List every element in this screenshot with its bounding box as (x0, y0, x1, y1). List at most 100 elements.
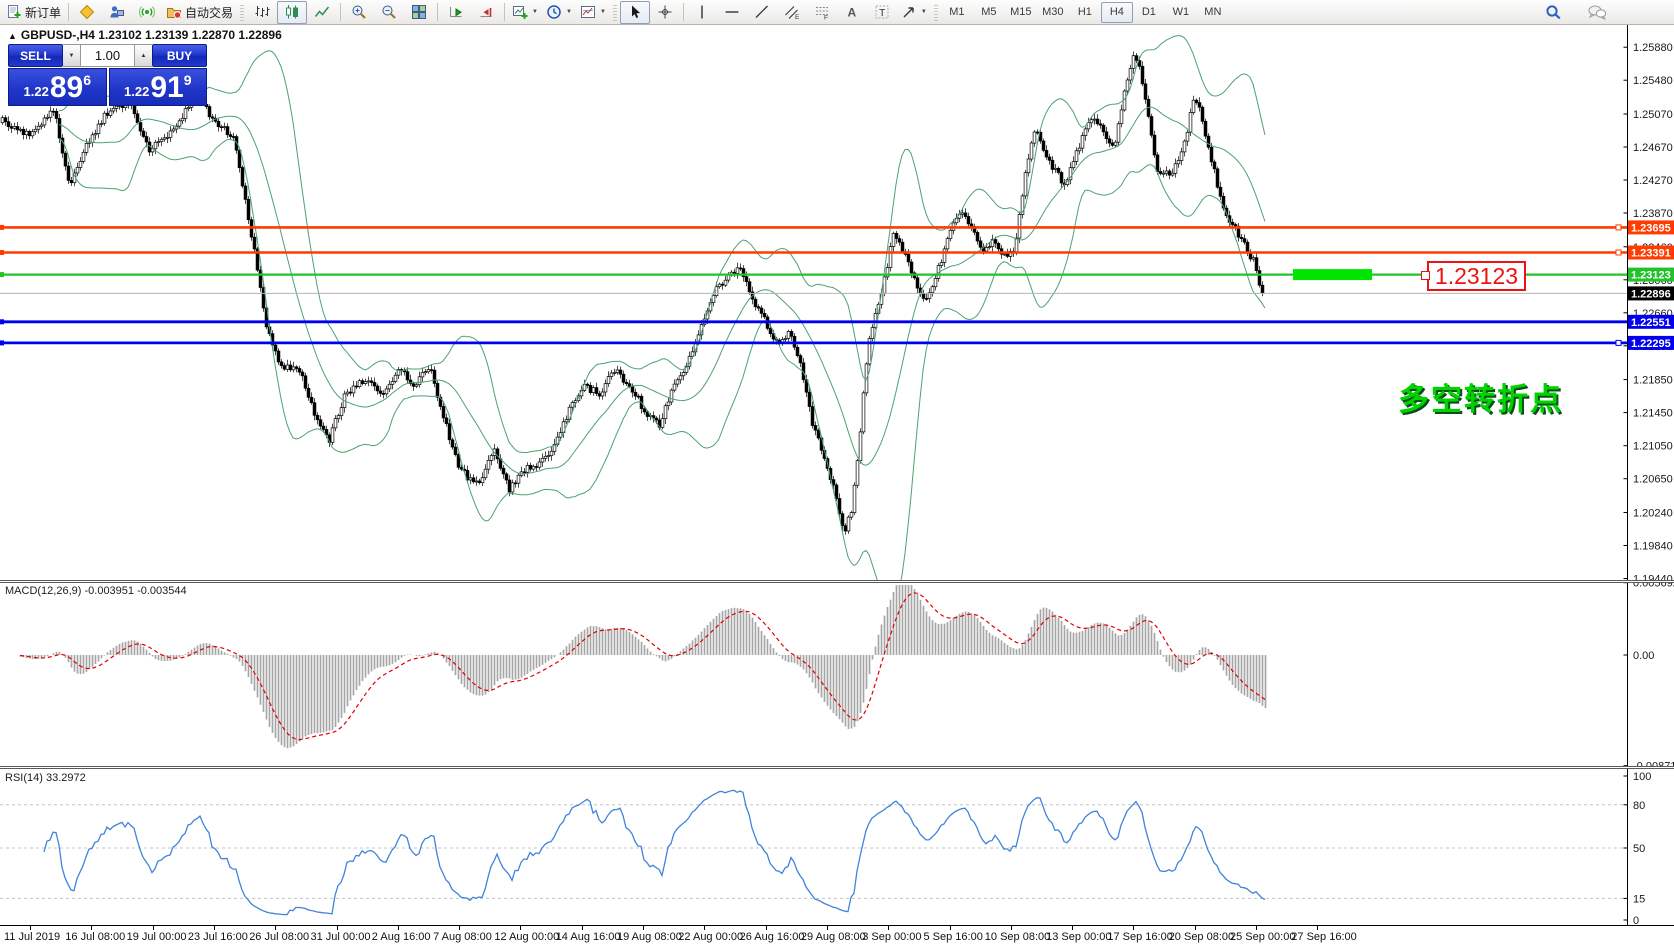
panel-divider-macd[interactable] (0, 580, 1674, 583)
timeframe-h4[interactable]: H4 (1101, 2, 1133, 23)
price-tag-box[interactable]: 1.23123 (1427, 261, 1526, 291)
community-chat-button[interactable] (1582, 1, 1612, 24)
horizontal-line-tool[interactable] (717, 1, 747, 24)
rsi-tick-label: 15 (1633, 893, 1645, 905)
tile-windows-button[interactable] (404, 1, 434, 24)
macd-panel-canvas[interactable]: 0.0056920.00-0.008717 (0, 583, 1674, 766)
equidistant-channel-tool[interactable]: E (777, 1, 807, 24)
arrows-tool[interactable]: ▼ (897, 1, 931, 24)
sell-button[interactable]: SELL (8, 44, 63, 67)
timeframe-m15[interactable]: M15 (1005, 2, 1037, 23)
timeframe-m5[interactable]: M5 (973, 2, 1005, 23)
channel-icon: E (784, 4, 800, 20)
text-tool[interactable]: A (837, 1, 867, 24)
buy-button[interactable]: BUY (152, 44, 207, 67)
timeframe-m1[interactable]: M1 (941, 2, 973, 23)
templates-button[interactable]: ▼ (576, 1, 610, 24)
time-tick (643, 926, 644, 930)
new-order-button[interactable]: 新订单 (2, 1, 65, 24)
timeframe-h1[interactable]: H1 (1069, 2, 1101, 23)
autoscroll-button[interactable] (441, 1, 471, 24)
volume-decrease-button[interactable]: ▼ (63, 44, 80, 67)
candlestick-chart-icon (284, 4, 300, 20)
line-chart-button[interactable] (307, 1, 337, 24)
timeframe-w1[interactable]: W1 (1165, 2, 1197, 23)
fibonacci-tool[interactable]: F (807, 1, 837, 24)
price-tag-anchor[interactable] (1421, 271, 1430, 280)
line-left-marker[interactable] (0, 250, 4, 255)
line-chart-icon (314, 4, 330, 20)
bar-chart-button[interactable] (247, 1, 277, 24)
line-left-marker[interactable] (0, 225, 4, 230)
line-anchor[interactable] (1616, 225, 1621, 230)
sell-price-display[interactable]: 1.22 89 6 (8, 68, 107, 106)
panel-divider-rsi[interactable] (0, 766, 1674, 769)
time-axis[interactable]: 11 Jul 201916 Jul 08:0019 Jul 00:0023 Ju… (0, 925, 1674, 950)
line-left-marker[interactable] (0, 319, 4, 324)
strategy-tester-button[interactable] (102, 1, 132, 24)
rsi-tick-label: 100 (1633, 771, 1651, 783)
text-label-icon: T (874, 4, 890, 20)
dropdown-arrow: ▼ (532, 9, 538, 15)
text-icon: A (844, 4, 860, 20)
trendline-tool[interactable] (747, 1, 777, 24)
autotrading-button[interactable]: 自动交易 (162, 1, 237, 24)
line-left-marker[interactable] (0, 340, 4, 345)
bollinger-bands (59, 36, 1265, 580)
zoom-out-button[interactable] (374, 1, 404, 24)
time-label: 23 Jul 16:00 (188, 931, 248, 943)
separator (504, 3, 505, 21)
svg-text:1.23391: 1.23391 (1631, 248, 1671, 260)
separator (437, 3, 438, 21)
one-click-row-top: SELL ▼ ▲ BUY (8, 44, 207, 67)
timeframe-d1[interactable]: D1 (1133, 2, 1165, 23)
price-tick-label: 1.21050 (1633, 441, 1673, 453)
timeframe-m30[interactable]: M30 (1037, 2, 1069, 23)
time-label: 31 Jul 00:00 (311, 931, 371, 943)
drag-handle[interactable] (240, 4, 244, 21)
arrow-shape-icon (901, 4, 917, 20)
periods-button[interactable]: ▼ (542, 1, 576, 24)
volume-input[interactable] (80, 44, 135, 67)
indicators-button[interactable]: ▼ (508, 1, 542, 24)
timeframe-mn[interactable]: MN (1197, 2, 1229, 23)
buy-price-big: 91 (150, 74, 183, 102)
price-badge-1.23391: 1.23391 (1628, 246, 1674, 260)
cursor-tool-button[interactable] (620, 1, 650, 24)
time-label: 22 Aug 00:00 (678, 931, 743, 943)
line-anchor[interactable] (1616, 340, 1621, 345)
text-label-tool[interactable]: T (867, 1, 897, 24)
vertical-line-tool[interactable] (687, 1, 717, 24)
search-button[interactable] (1538, 1, 1568, 24)
time-label: 12 Aug 00:00 (494, 931, 559, 943)
svg-text:1.23695: 1.23695 (1631, 222, 1671, 234)
signals-button[interactable] (132, 1, 162, 24)
time-label: 25 Sep 00:00 (1230, 931, 1295, 943)
pivot-highlight-bar[interactable] (1293, 269, 1372, 280)
up-triangle-icon: ▲ (8, 31, 17, 41)
sell-price-small: 1.22 (24, 82, 49, 102)
pivot-annotation[interactable]: 多空转折点 (1398, 374, 1563, 419)
line-anchor[interactable] (1616, 250, 1621, 255)
drag-handle[interactable] (934, 4, 938, 21)
svg-text:1.23123: 1.23123 (1631, 270, 1671, 282)
volume-increase-button[interactable]: ▲ (135, 44, 152, 67)
candlestick-chart-button[interactable] (277, 1, 307, 24)
one-click-row-prices: 1.22 89 6 1.22 91 9 (8, 68, 207, 106)
drag-handle[interactable] (613, 4, 617, 21)
crosshair-tool-button[interactable] (650, 1, 680, 24)
time-tick (1072, 926, 1073, 930)
time-tick (520, 926, 521, 930)
line-left-marker[interactable] (0, 272, 4, 277)
chart-shift-button[interactable] (471, 1, 501, 24)
metaeditor-button[interactable] (72, 1, 102, 24)
rsi-panel-canvas[interactable]: 1008050150 (0, 769, 1674, 925)
time-label: 3 Sep 00:00 (862, 931, 921, 943)
price-tick-label: 1.25880 (1633, 42, 1673, 54)
macd-tick-label: 0.00 (1633, 650, 1654, 662)
price-tick-label: 1.21850 (1633, 375, 1673, 387)
buy-price-display[interactable]: 1.22 91 9 (109, 68, 208, 106)
main-chart-canvas[interactable]: 1.258801.254801.250701.246701.242701.238… (0, 25, 1674, 580)
zoom-in-button[interactable] (344, 1, 374, 24)
horizontal-line-icon (724, 4, 740, 20)
